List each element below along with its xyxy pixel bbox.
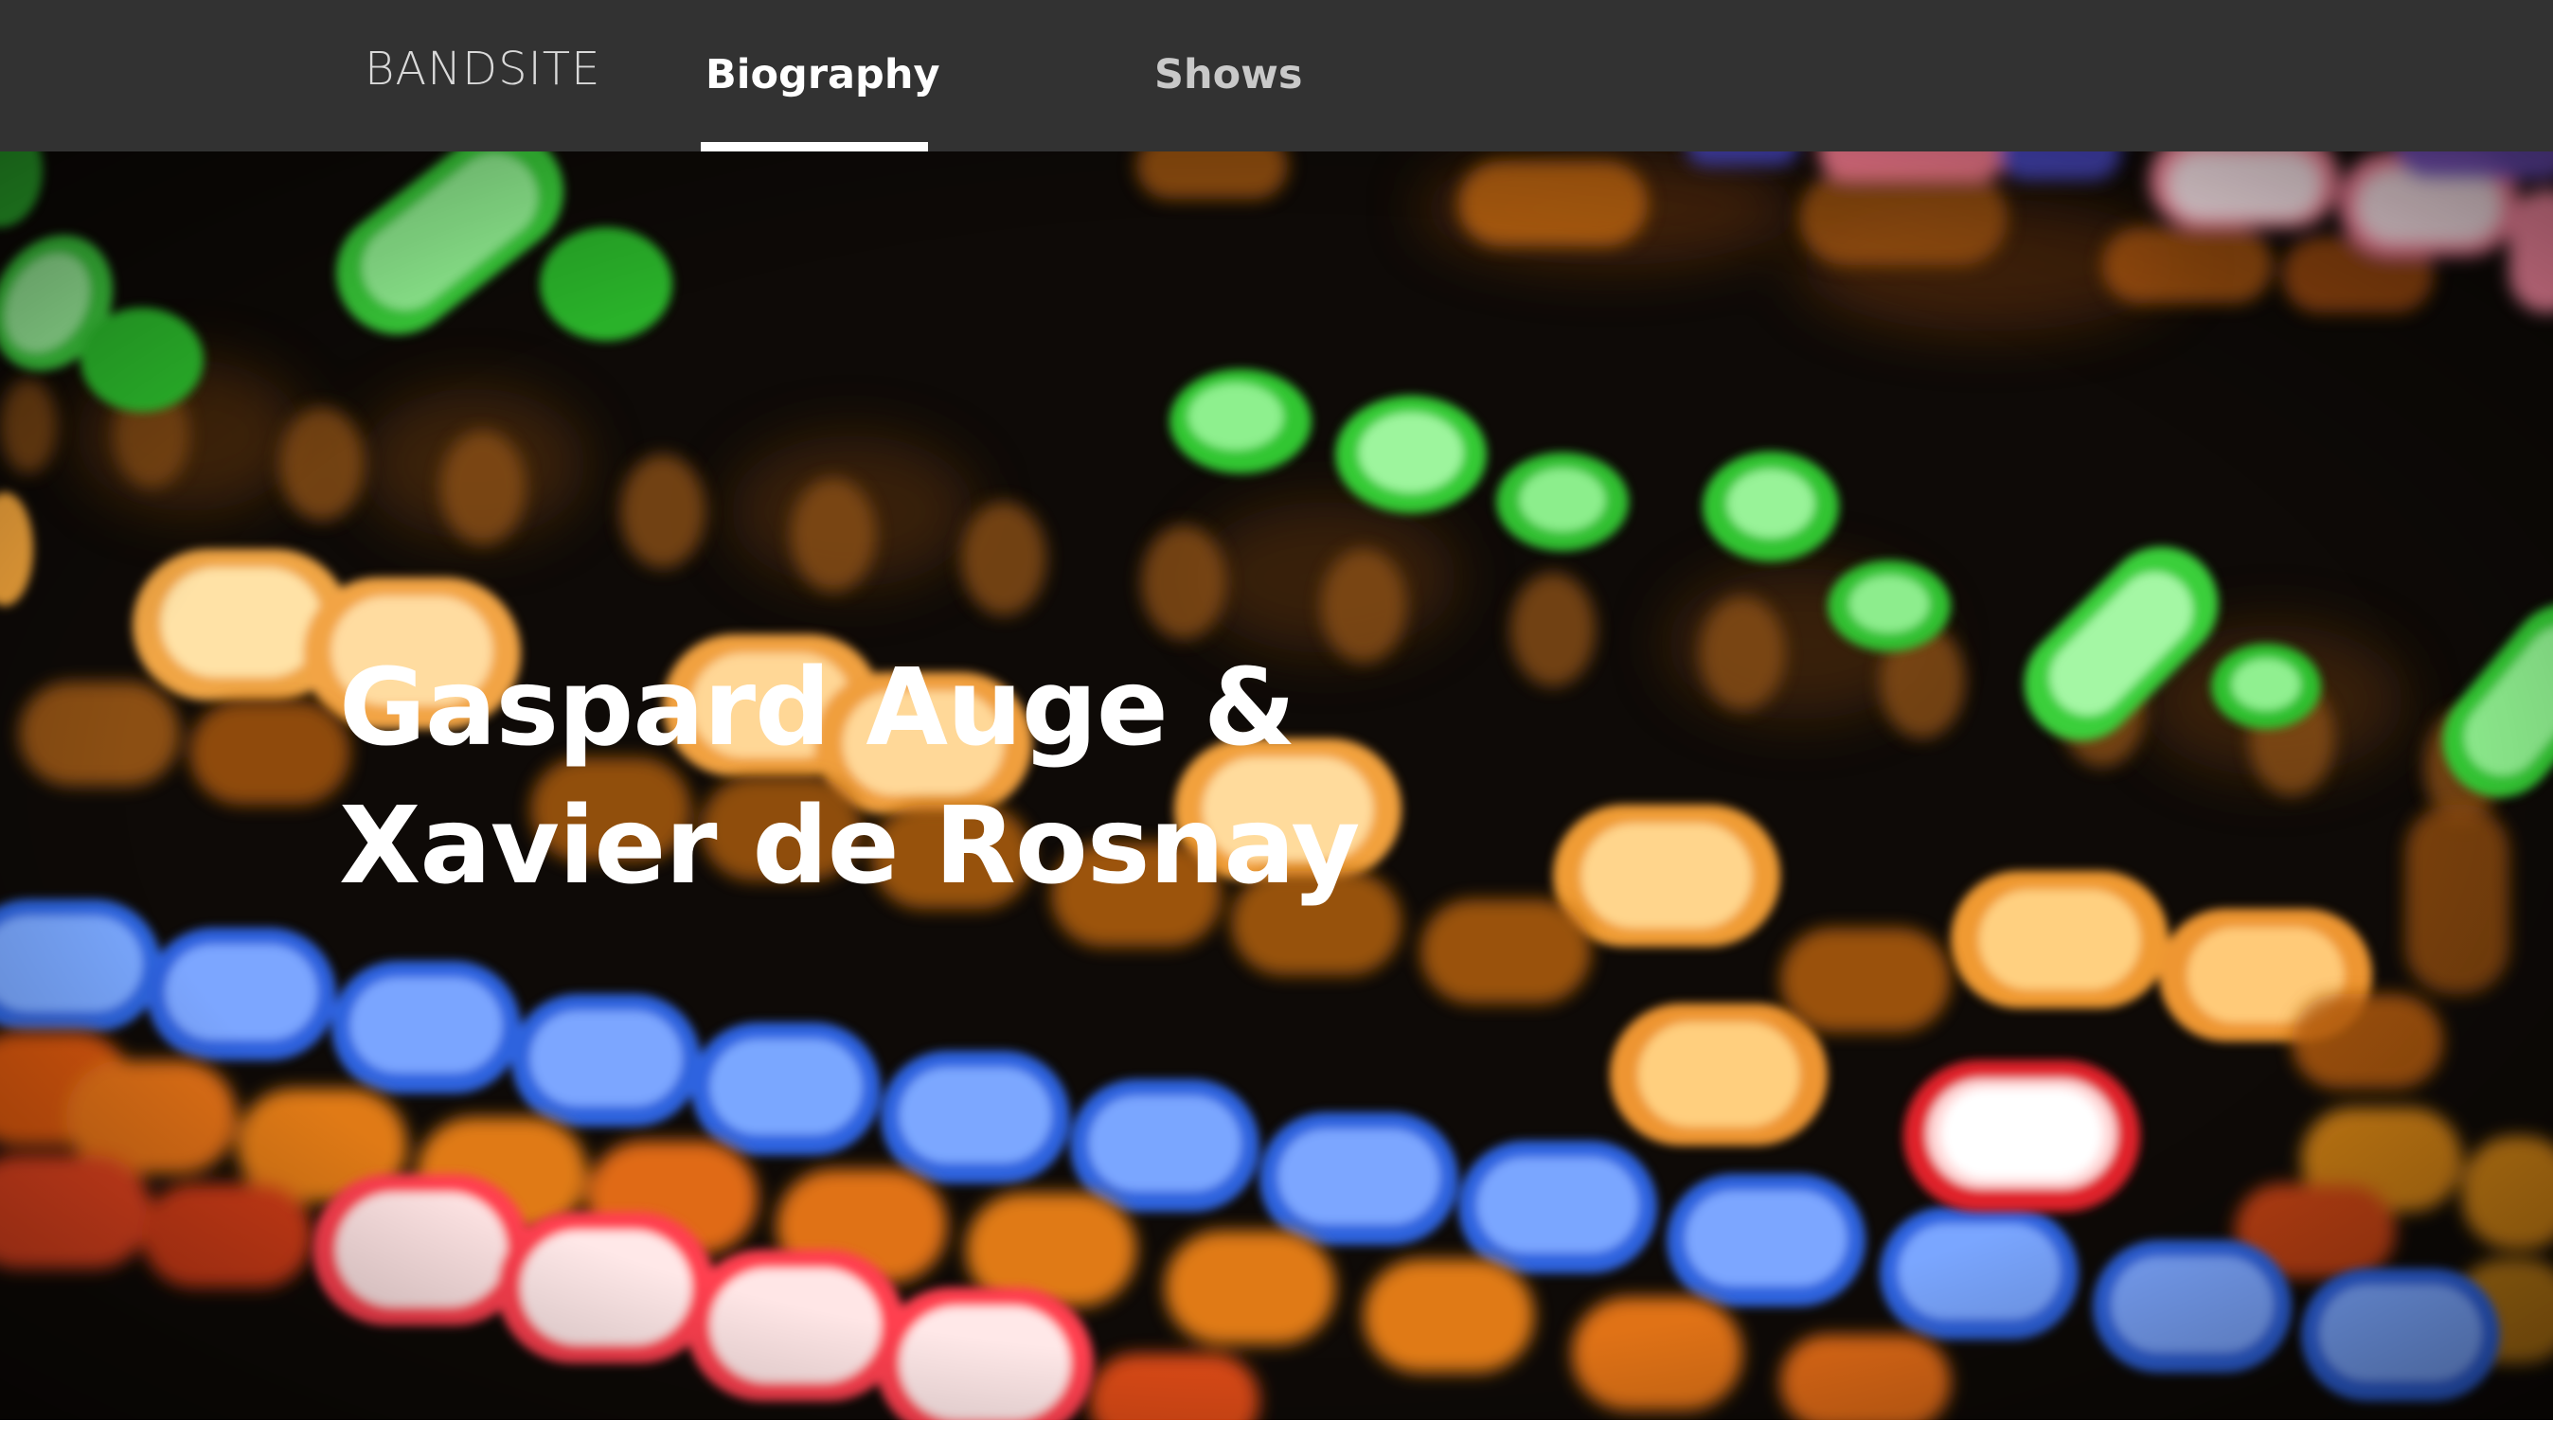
nav-link-shows[interactable]: Shows <box>1154 45 1302 104</box>
hero-title-line-2: Xavier de Rosnay <box>339 785 1360 908</box>
active-tab-indicator <box>701 142 928 151</box>
hero-title-line-1: Gaspard Auge & <box>339 647 1296 770</box>
page-content-area <box>0 1420 2553 1456</box>
hero-section: Gaspard Auge & Xavier de Rosnay <box>0 151 2553 1420</box>
nav-link-biography[interactable]: Biography <box>705 45 939 104</box>
site-header: BANDSITE Biography Shows <box>0 0 2553 151</box>
page: BANDSITE Biography Shows Gaspard Auge & … <box>0 0 2553 1456</box>
site-logo[interactable]: BANDSITE <box>365 38 600 100</box>
hero-title: Gaspard Auge & Xavier de Rosnay <box>339 639 1360 915</box>
